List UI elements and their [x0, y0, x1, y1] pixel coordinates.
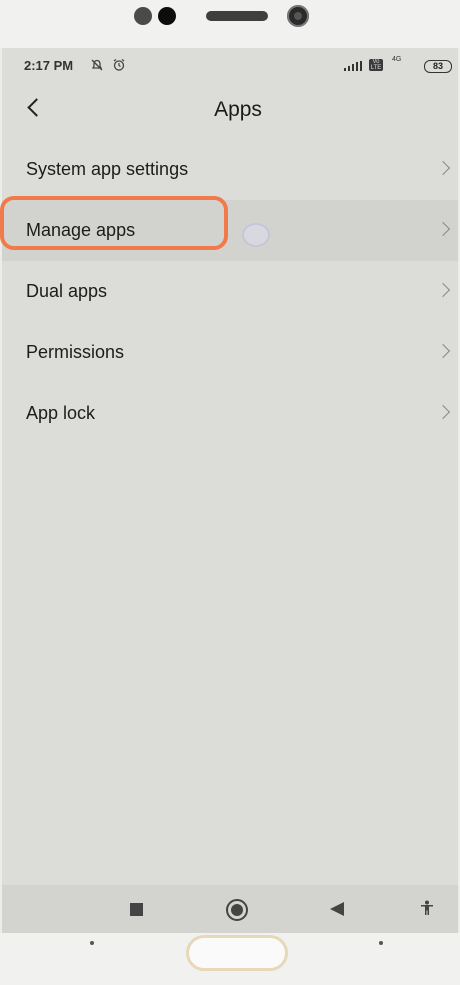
menu-item-label: System app settings	[26, 159, 189, 179]
menu-item-label: Permissions	[26, 342, 125, 362]
chevron-right-icon	[435, 343, 451, 359]
menu-item-label: App lock	[26, 403, 96, 423]
menu-item-permissions[interactable]: Permissions	[2, 322, 458, 383]
alarm-icon	[112, 58, 126, 75]
app-bar: Apps	[2, 84, 458, 134]
light-sensor	[158, 7, 176, 25]
circle-home-icon[interactable]	[226, 899, 248, 921]
status-time: 2:17 PM	[24, 58, 74, 73]
front-camera	[287, 5, 309, 27]
chevron-right-icon	[435, 160, 451, 176]
chevron-right-icon	[435, 404, 451, 420]
network-type: 4G	[392, 56, 402, 63]
phone-bezel-top	[0, 0, 460, 48]
menu-item-dual-apps[interactable]: Dual apps	[2, 261, 458, 322]
menu-item-system-app-settings[interactable]: System app settings	[2, 139, 458, 200]
physical-home-button[interactable]	[186, 935, 288, 971]
menu-item-app-lock[interactable]: App lock	[2, 383, 458, 444]
signal-strength-icon	[344, 61, 362, 71]
earpiece-speaker	[206, 11, 268, 21]
bezel-dot	[90, 941, 94, 945]
page-title: Apps	[214, 98, 262, 121]
bezel-dot	[379, 941, 383, 945]
menu-item-label: Dual apps	[26, 281, 108, 301]
menu-item-manage-apps[interactable]: Manage apps	[0, 196, 458, 261]
settings-list: System app settings Manage apps Dual app…	[0, 139, 458, 444]
navigation-bar	[2, 885, 458, 933]
volte-badge: Vo LTE	[369, 59, 383, 71]
accessibility-icon[interactable]	[420, 900, 434, 921]
bell-off-icon	[90, 58, 104, 75]
touch-indicator	[242, 223, 270, 247]
phone-screen: 2:17 PM Vo LTE 4G 83 Apps System app set…	[0, 48, 458, 933]
square-recents-icon[interactable]	[130, 903, 143, 916]
phone-bezel-bottom	[0, 933, 460, 985]
status-bar: 2:17 PM Vo LTE 4G 83	[2, 48, 458, 84]
proximity-sensor	[134, 7, 152, 25]
chevron-right-icon	[435, 282, 451, 298]
menu-item-label: Manage apps	[26, 220, 136, 240]
triangle-back-icon[interactable]	[330, 902, 344, 916]
battery-indicator: 83	[424, 60, 452, 73]
chevron-right-icon	[435, 221, 451, 237]
